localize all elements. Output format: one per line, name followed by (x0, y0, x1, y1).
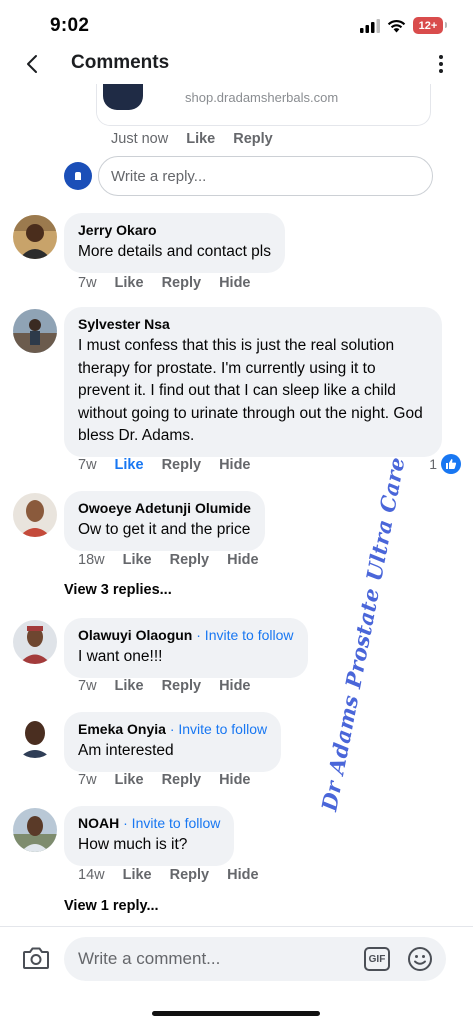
commenter-name[interactable]: NOAH (78, 815, 119, 831)
comment-bubble: Jerry Okaro More details and contact pls (64, 213, 285, 273)
view-replies-link[interactable]: View 3 replies... (64, 582, 172, 598)
avatar[interactable] (13, 309, 57, 353)
status-icons: 12+ (360, 17, 447, 34)
hide-button[interactable]: Hide (227, 867, 258, 883)
comment-text: Am interested (78, 742, 174, 759)
like-button[interactable]: Like (123, 552, 152, 568)
comment-bubble: Olawuyi Olaogun · Invite to follow I wan… (64, 618, 308, 678)
comment-text: I must confess that this is just the rea… (78, 337, 423, 444)
emoji-icon[interactable] (406, 945, 434, 973)
comment-text: I want one!!! (78, 648, 163, 665)
thumbs-up-icon (441, 454, 461, 474)
commenter-name[interactable]: Jerry Okaro (78, 222, 157, 238)
header: Comments (0, 44, 473, 84)
hide-button[interactable]: Hide (227, 552, 258, 568)
view-replies-link[interactable]: View 1 reply... (64, 898, 159, 914)
back-button[interactable] (18, 50, 46, 78)
comment-bubble: Emeka Onyia · Invite to follow Am intere… (64, 712, 282, 772)
comment-text: More details and contact pls (78, 243, 271, 260)
like-button[interactable]: Like (115, 275, 144, 291)
comment-composer: Write a comment... GIF (0, 926, 473, 1024)
battery-indicator: 12+ (413, 17, 447, 34)
comment-input-placeholder: Write a comment... (78, 949, 221, 968)
avatar[interactable] (13, 215, 57, 259)
hide-button[interactable]: Hide (219, 678, 250, 694)
avatar[interactable] (13, 493, 57, 537)
home-indicator (152, 1011, 320, 1016)
link-preview-card[interactable]: shop.dradamsherbals.com (96, 84, 431, 126)
like-button[interactable]: Like (115, 772, 144, 788)
comment-time: 7w (78, 678, 97, 694)
comment-actions: Just now Like Reply (111, 131, 273, 147)
comment-actions: 7w Like Reply Hide (78, 678, 250, 694)
wifi-icon (387, 19, 406, 32)
page-title: Comments (71, 52, 170, 73)
comment-time: 18w (78, 552, 105, 568)
status-time: 9:02 (50, 15, 90, 36)
invite-to-follow-link[interactable]: · Invite to follow (192, 627, 293, 643)
like-button[interactable]: Like (186, 131, 215, 147)
reaction-count[interactable]: 1 (429, 454, 461, 474)
comment-time: 14w (78, 867, 105, 883)
watermark-text: Dr Adams Prostate Ultra Care (316, 454, 410, 814)
comment-bubble: Owoeye Adetunji Olumide Ow to get it and… (64, 491, 265, 551)
reply-row: Write a reply... (64, 156, 434, 196)
comment-time: 7w (78, 772, 97, 788)
more-options-button[interactable] (431, 52, 451, 76)
link-preview-url: shop.dradamsherbals.com (185, 90, 339, 105)
comment-input[interactable]: Write a comment... GIF (64, 937, 446, 981)
comment-time: 7w (78, 275, 97, 291)
like-button[interactable]: Like (115, 457, 144, 473)
reply-input[interactable]: Write a reply... (98, 156, 433, 196)
reply-button[interactable]: Reply (162, 678, 202, 694)
commenter-name[interactable]: Sylvester Nsa (78, 316, 170, 332)
comment-text: Ow to get it and the price (78, 521, 251, 538)
reply-button[interactable]: Reply (162, 772, 202, 788)
avatar[interactable] (13, 808, 57, 852)
commenter-name[interactable]: Owoeye Adetunji Olumide (78, 500, 251, 516)
comment-time: Just now (111, 131, 169, 147)
status-bar: 9:02 12+ (0, 0, 473, 48)
comment-time: 7w (78, 457, 97, 473)
hide-button[interactable]: Hide (219, 772, 250, 788)
hide-button[interactable]: Hide (219, 275, 250, 291)
avatar (64, 162, 92, 190)
reply-button[interactable]: Reply (170, 867, 210, 883)
cellular-signal-icon (360, 18, 380, 33)
gif-button[interactable]: GIF (364, 947, 390, 971)
commenter-name[interactable]: Emeka Onyia (78, 721, 166, 737)
comment-actions: 7w Like Reply Hide (78, 772, 250, 788)
avatar[interactable] (13, 714, 57, 758)
commenter-name[interactable]: Olawuyi Olaogun (78, 627, 192, 643)
link-preview-thumbnail (97, 84, 151, 125)
camera-icon[interactable] (22, 945, 50, 971)
reply-button[interactable]: Reply (170, 552, 210, 568)
reply-button[interactable]: Reply (233, 131, 273, 147)
comment-actions: 14w Like Reply Hide (78, 867, 259, 883)
avatar[interactable] (13, 620, 57, 664)
reaction-count-number: 1 (429, 456, 437, 472)
invite-to-follow-link[interactable]: · Invite to follow (166, 721, 267, 737)
hide-button[interactable]: Hide (219, 457, 250, 473)
comment-actions: 18w Like Reply Hide (78, 552, 259, 568)
comment-actions: 7w Like Reply Hide (78, 275, 250, 291)
comment-bubble: NOAH · Invite to follow How much is it? (64, 806, 235, 866)
comment-actions: 7w Like Reply Hide (78, 457, 250, 473)
chevron-left-icon (27, 55, 37, 73)
reply-button[interactable]: Reply (162, 275, 202, 291)
more-dots-icon (439, 55, 443, 59)
comment-bubble: Sylvester Nsa I must confess that this i… (64, 307, 442, 457)
invite-to-follow-link[interactable]: · Invite to follow (119, 815, 220, 831)
like-button[interactable]: Like (115, 678, 144, 694)
reply-button[interactable]: Reply (162, 457, 202, 473)
comment-text: How much is it? (78, 836, 188, 853)
like-button[interactable]: Like (123, 867, 152, 883)
